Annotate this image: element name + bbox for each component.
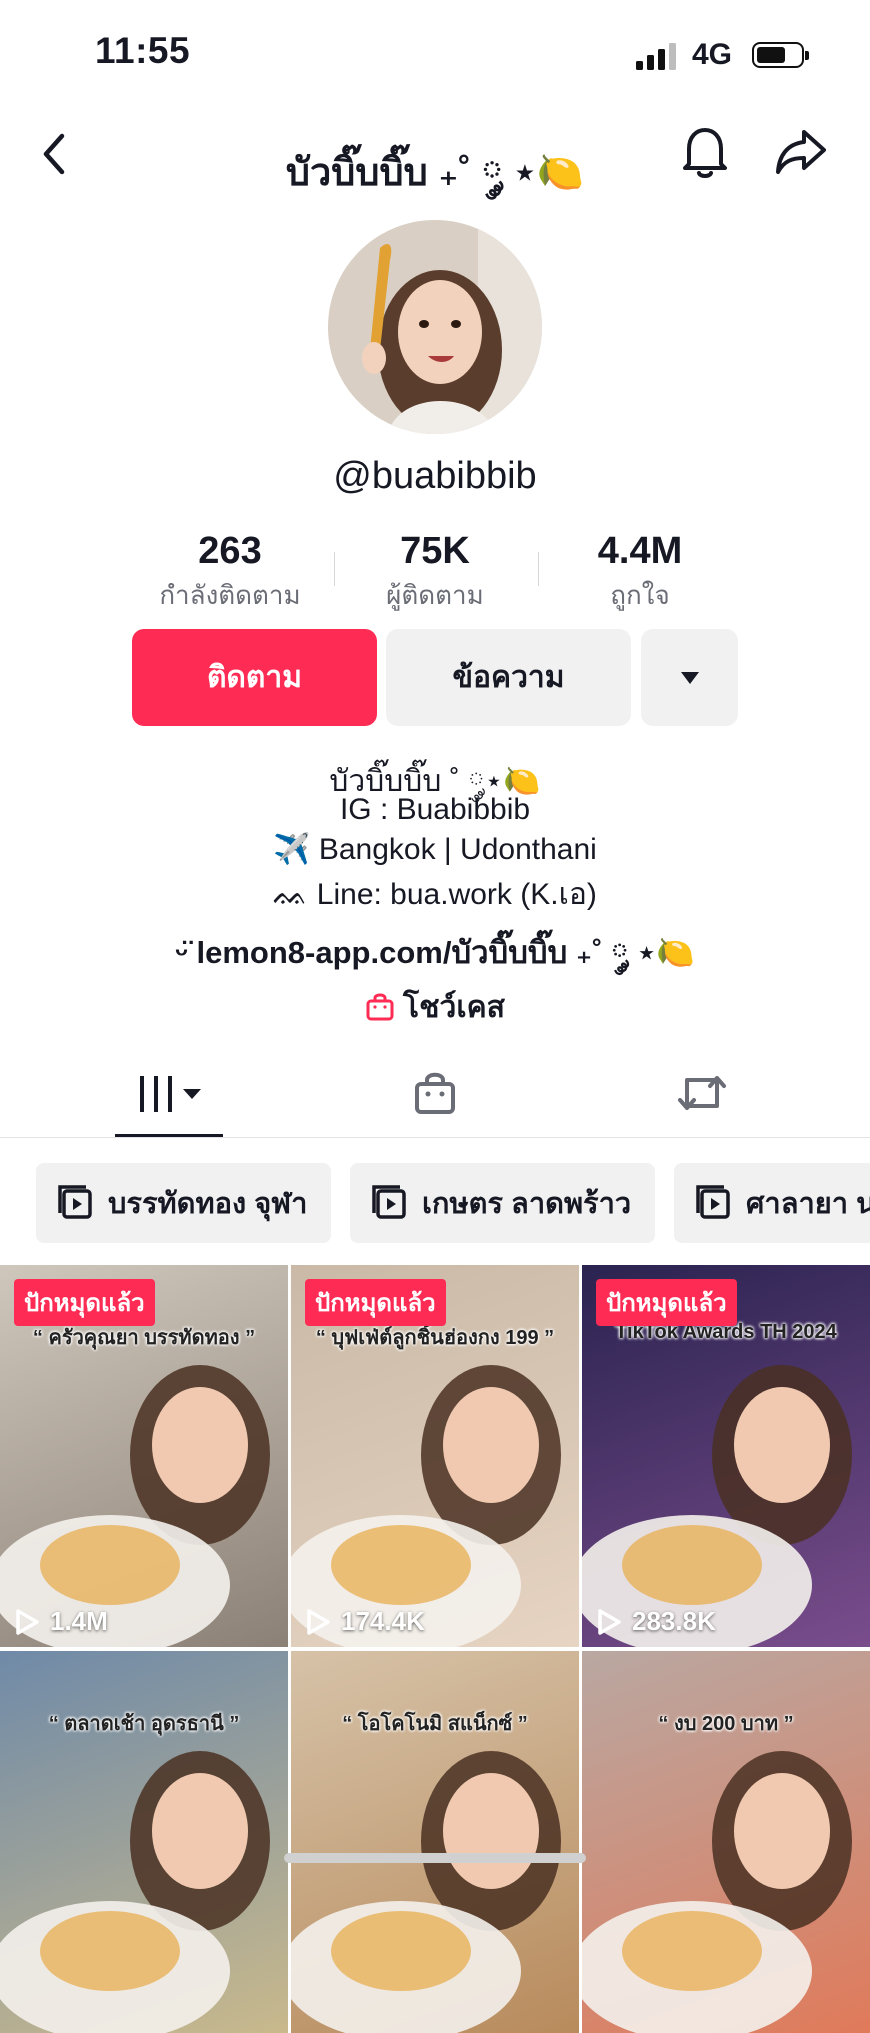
status-time: 11:55: [95, 30, 191, 71]
home-indicator: [284, 1853, 586, 1863]
playlist-icon: [58, 1185, 92, 1219]
pinned-badge: ปักหมุดแล้ว: [14, 1279, 155, 1326]
playlist-label: เกษตร ลาดพร้าว: [422, 1188, 632, 1220]
stat-likes-value: 4.4M: [597, 530, 683, 572]
play-icon: [307, 1608, 330, 1635]
video-tile[interactable]: “ งบ 200 บาท ”: [582, 1651, 870, 2033]
play-icon: [598, 1608, 621, 1635]
stat-likes-label: ถูกใจ: [610, 580, 670, 610]
stat-following-label: กำลังติดตาม: [159, 580, 301, 610]
video-tile[interactable]: “ บุฟเฟ่ต์ลูกชิ้นฮ่องกง 199 ” ปักหมุดแล้ว…: [291, 1265, 579, 1647]
view-count-value: 174.4K: [341, 1606, 425, 1636]
tab-videos[interactable]: [136, 1072, 216, 1116]
stat-following-value: 263: [198, 530, 262, 572]
stat-likes[interactable]: 4.4M ถูกใจ: [540, 530, 740, 616]
playlist-chip[interactable]: เกษตร ลาดพร้าว: [350, 1163, 655, 1243]
caret-down-icon: [183, 1089, 201, 1099]
username: @buabibbib: [333, 455, 537, 497]
video-tile[interactable]: “ ตลาดเช้า อุดรธานี ”: [0, 1651, 288, 2033]
bio-line: IG : Buabibbib: [339, 793, 531, 826]
view-count: 283.8K: [596, 1606, 716, 1637]
signal-icon: [636, 42, 678, 70]
bell-icon[interactable]: [681, 124, 729, 180]
tabs-divider: [0, 1137, 870, 1138]
network-label: 4G: [692, 38, 733, 71]
bio-line: ✈️ Bangkok | Udonthani: [273, 833, 597, 866]
more-options-button[interactable]: [641, 629, 738, 726]
caret-down-icon: [680, 671, 699, 684]
play-icon: [16, 1608, 39, 1635]
stat-followers-label: ผู้ติดตาม: [386, 580, 484, 610]
pinned-badge: ปักหมุดแล้ว: [596, 1279, 737, 1326]
bio-line: ᨐ Line: bua.work (K.เอ): [273, 878, 597, 911]
showcase-label: โชว์เคส: [403, 991, 505, 1024]
view-count-value: 1.4M: [50, 1606, 108, 1636]
video-tile[interactable]: TikTok Awards TH 2024 ปักหมุดแล้ว 283.8K: [582, 1265, 870, 1647]
view-count-value: 283.8K: [632, 1606, 716, 1636]
stat-divider: [538, 552, 539, 586]
grid-icon: [140, 1076, 172, 1112]
follow-button[interactable]: ติดตาม: [132, 629, 377, 726]
video-tile[interactable]: “ โอโคโนมิ สแน็กซ์ ”: [291, 1651, 579, 2033]
link-icon: ᵕ̈: [175, 935, 197, 970]
share-icon[interactable]: [774, 128, 828, 176]
playlist-label: ศาลายา นครปฐม: [746, 1188, 870, 1220]
playlist-label: บรรทัดทอง จุฬา: [108, 1188, 308, 1220]
bio-link-text: lemon8-app.com/บัวบิ๊บบิ๊บ ₊˚ ༘ ⋆🍋: [196, 935, 695, 970]
battery-icon: [752, 42, 809, 68]
playlist-chip[interactable]: บรรทัดทอง จุฬา: [36, 1163, 331, 1243]
playlist-icon: [372, 1185, 406, 1219]
stat-followers[interactable]: 75K ผู้ติดตาม: [335, 530, 535, 616]
view-count: 174.4K: [305, 1606, 425, 1637]
view-count: 1.4M: [14, 1606, 108, 1637]
pinned-badge: ปักหมุดแล้ว: [305, 1279, 446, 1326]
message-button[interactable]: ข้อความ: [386, 629, 631, 726]
video-caption: “ งบ 200 บาท ”: [658, 1713, 794, 1735]
shopping-bag-icon: [366, 993, 394, 1021]
video-caption: “ โอโคโนมิ สแน็กซ์ ”: [342, 1713, 528, 1735]
playlist-chip[interactable]: ศาลายา นครปฐม: [674, 1163, 870, 1243]
avatar[interactable]: [328, 220, 542, 434]
showcase-link[interactable]: โชว์เคส: [0, 984, 870, 1031]
tab-shop[interactable]: [412, 1070, 458, 1116]
video-tile[interactable]: “ ครัวคุณยา บรรทัดทอง ” ปักหมุดแล้ว 1.4M: [0, 1265, 288, 1647]
playlist-icon: [696, 1185, 730, 1219]
stat-following[interactable]: 263 กำลังติดตาม: [130, 530, 330, 616]
tab-reposts[interactable]: [677, 1070, 727, 1116]
video-caption: “ ตลาดเช้า อุดรธานี ”: [48, 1713, 240, 1735]
stat-followers-value: 75K: [400, 530, 470, 572]
